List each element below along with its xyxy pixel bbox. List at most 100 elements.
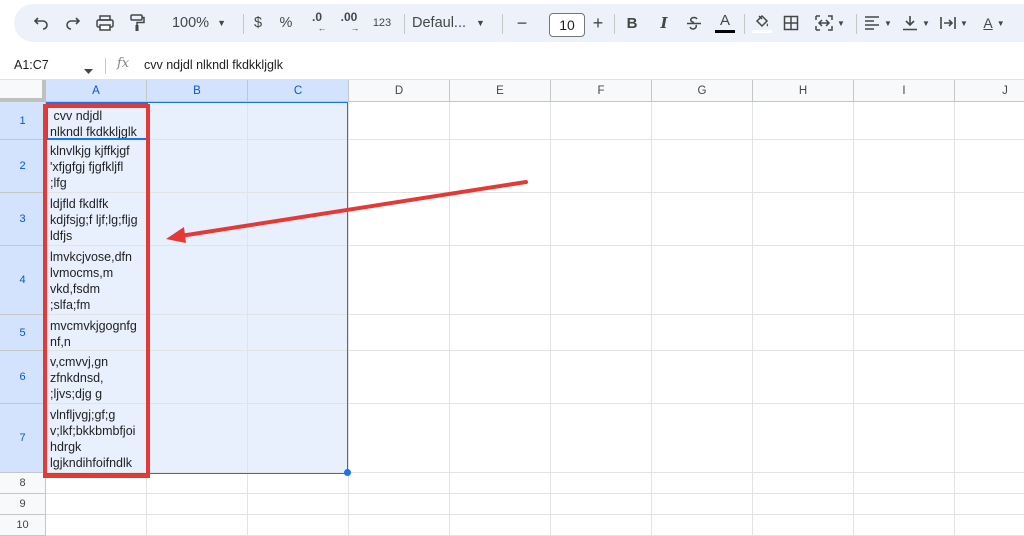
decrease-decimal-button[interactable]: .0 ←: [304, 4, 330, 42]
cell-b8[interactable]: [147, 473, 248, 494]
cell-h3[interactable]: [753, 193, 854, 246]
cell-h6[interactable]: [753, 351, 854, 404]
cell-f2[interactable]: [551, 140, 652, 193]
undo-icon[interactable]: [28, 4, 54, 42]
cell-e7[interactable]: [450, 404, 551, 473]
cell-e8[interactable]: [450, 473, 551, 494]
cell-f5[interactable]: [551, 315, 652, 351]
cell-f9[interactable]: [551, 494, 652, 515]
text-color-button[interactable]: A: [712, 4, 738, 42]
cell-f1[interactable]: [551, 102, 652, 140]
row-header-3[interactable]: 3: [0, 193, 46, 246]
cell-i5[interactable]: [854, 315, 955, 351]
cell-g5[interactable]: [652, 315, 753, 351]
cell-c9[interactable]: [248, 494, 349, 515]
cell-i3[interactable]: [854, 193, 955, 246]
cell-d5[interactable]: [349, 315, 450, 351]
cell-j7[interactable]: [955, 404, 1024, 473]
cell-h10[interactable]: [753, 515, 854, 536]
text-wrapping-icon[interactable]: ▼: [936, 4, 972, 42]
cell-e5[interactable]: [450, 315, 551, 351]
cell-i2[interactable]: [854, 140, 955, 193]
cell-d7[interactable]: [349, 404, 450, 473]
more-formats-button[interactable]: 123: [368, 4, 396, 42]
cell-g10[interactable]: [652, 515, 753, 536]
strikethrough-icon[interactable]: [682, 4, 706, 42]
cell-h7[interactable]: [753, 404, 854, 473]
font-family-select[interactable]: Defaul... ▼: [412, 4, 494, 42]
cell-i7[interactable]: [854, 404, 955, 473]
cell-h1[interactable]: [753, 102, 854, 140]
cell-a9[interactable]: [46, 494, 147, 515]
cell-c10[interactable]: [248, 515, 349, 536]
row-header-6[interactable]: 6: [0, 351, 46, 404]
cell-f3[interactable]: [551, 193, 652, 246]
fill-color-icon[interactable]: [748, 4, 776, 42]
cell-e10[interactable]: [450, 515, 551, 536]
cell-i8[interactable]: [854, 473, 955, 494]
cell-f4[interactable]: [551, 246, 652, 315]
formula-input[interactable]: cvv ndjdl nlkndl fkdkkljglk: [144, 58, 283, 72]
row-header-7[interactable]: 7: [0, 404, 46, 473]
cell-h4[interactable]: [753, 246, 854, 315]
column-header-i[interactable]: I: [854, 80, 955, 102]
cell-e6[interactable]: [450, 351, 551, 404]
column-header-c[interactable]: C: [248, 80, 349, 102]
bold-button[interactable]: B: [620, 4, 644, 42]
fill-handle[interactable]: [344, 469, 351, 476]
cell-e4[interactable]: [450, 246, 551, 315]
redo-icon[interactable]: [60, 4, 86, 42]
horizontal-align-icon[interactable]: ▼: [860, 4, 896, 42]
cell-d6[interactable]: [349, 351, 450, 404]
cell-f10[interactable]: [551, 515, 652, 536]
cell-g6[interactable]: [652, 351, 753, 404]
cell-j3[interactable]: [955, 193, 1024, 246]
cell-g1[interactable]: [652, 102, 753, 140]
cell-f6[interactable]: [551, 351, 652, 404]
cell-b9[interactable]: [147, 494, 248, 515]
column-header-b[interactable]: B: [147, 80, 248, 102]
cell-g2[interactable]: [652, 140, 753, 193]
decrease-font-size-icon[interactable]: −: [510, 4, 534, 42]
row-header-9[interactable]: 9: [0, 494, 46, 515]
cell-g7[interactable]: [652, 404, 753, 473]
column-header-j[interactable]: J: [955, 80, 1024, 102]
italic-button[interactable]: I: [652, 4, 676, 42]
column-header-h[interactable]: H: [753, 80, 854, 102]
cell-d10[interactable]: [349, 515, 450, 536]
cell-j5[interactable]: [955, 315, 1024, 351]
cell-j6[interactable]: [955, 351, 1024, 404]
currency-format-button[interactable]: $: [246, 4, 270, 42]
cell-h5[interactable]: [753, 315, 854, 351]
cell-a10[interactable]: [46, 515, 147, 536]
cell-i10[interactable]: [854, 515, 955, 536]
cell-g3[interactable]: [652, 193, 753, 246]
cell-g9[interactable]: [652, 494, 753, 515]
cell-j2[interactable]: [955, 140, 1024, 193]
cell-e9[interactable]: [450, 494, 551, 515]
column-header-e[interactable]: E: [450, 80, 551, 102]
cell-i9[interactable]: [854, 494, 955, 515]
cell-d1[interactable]: [349, 102, 450, 140]
vertical-align-icon[interactable]: ▼: [898, 4, 934, 42]
cell-d9[interactable]: [349, 494, 450, 515]
cell-i1[interactable]: [854, 102, 955, 140]
select-all-corner[interactable]: [0, 80, 46, 102]
cell-j9[interactable]: [955, 494, 1024, 515]
increase-font-size-icon[interactable]: +: [586, 4, 610, 42]
column-header-g[interactable]: G: [652, 80, 753, 102]
merge-cells-icon[interactable]: ▼: [810, 4, 850, 42]
cell-i6[interactable]: [854, 351, 955, 404]
cell-f7[interactable]: [551, 404, 652, 473]
cell-j1[interactable]: [955, 102, 1024, 140]
font-size-input[interactable]: 10: [549, 13, 585, 37]
chevron-down-icon[interactable]: [84, 61, 93, 79]
cell-j8[interactable]: [955, 473, 1024, 494]
row-header-8[interactable]: 8: [0, 473, 46, 494]
cell-h8[interactable]: [753, 473, 854, 494]
cell-f8[interactable]: [551, 473, 652, 494]
cell-b10[interactable]: [147, 515, 248, 536]
name-box[interactable]: A1:C7: [14, 58, 49, 72]
cell-j4[interactable]: [955, 246, 1024, 315]
cell-h2[interactable]: [753, 140, 854, 193]
